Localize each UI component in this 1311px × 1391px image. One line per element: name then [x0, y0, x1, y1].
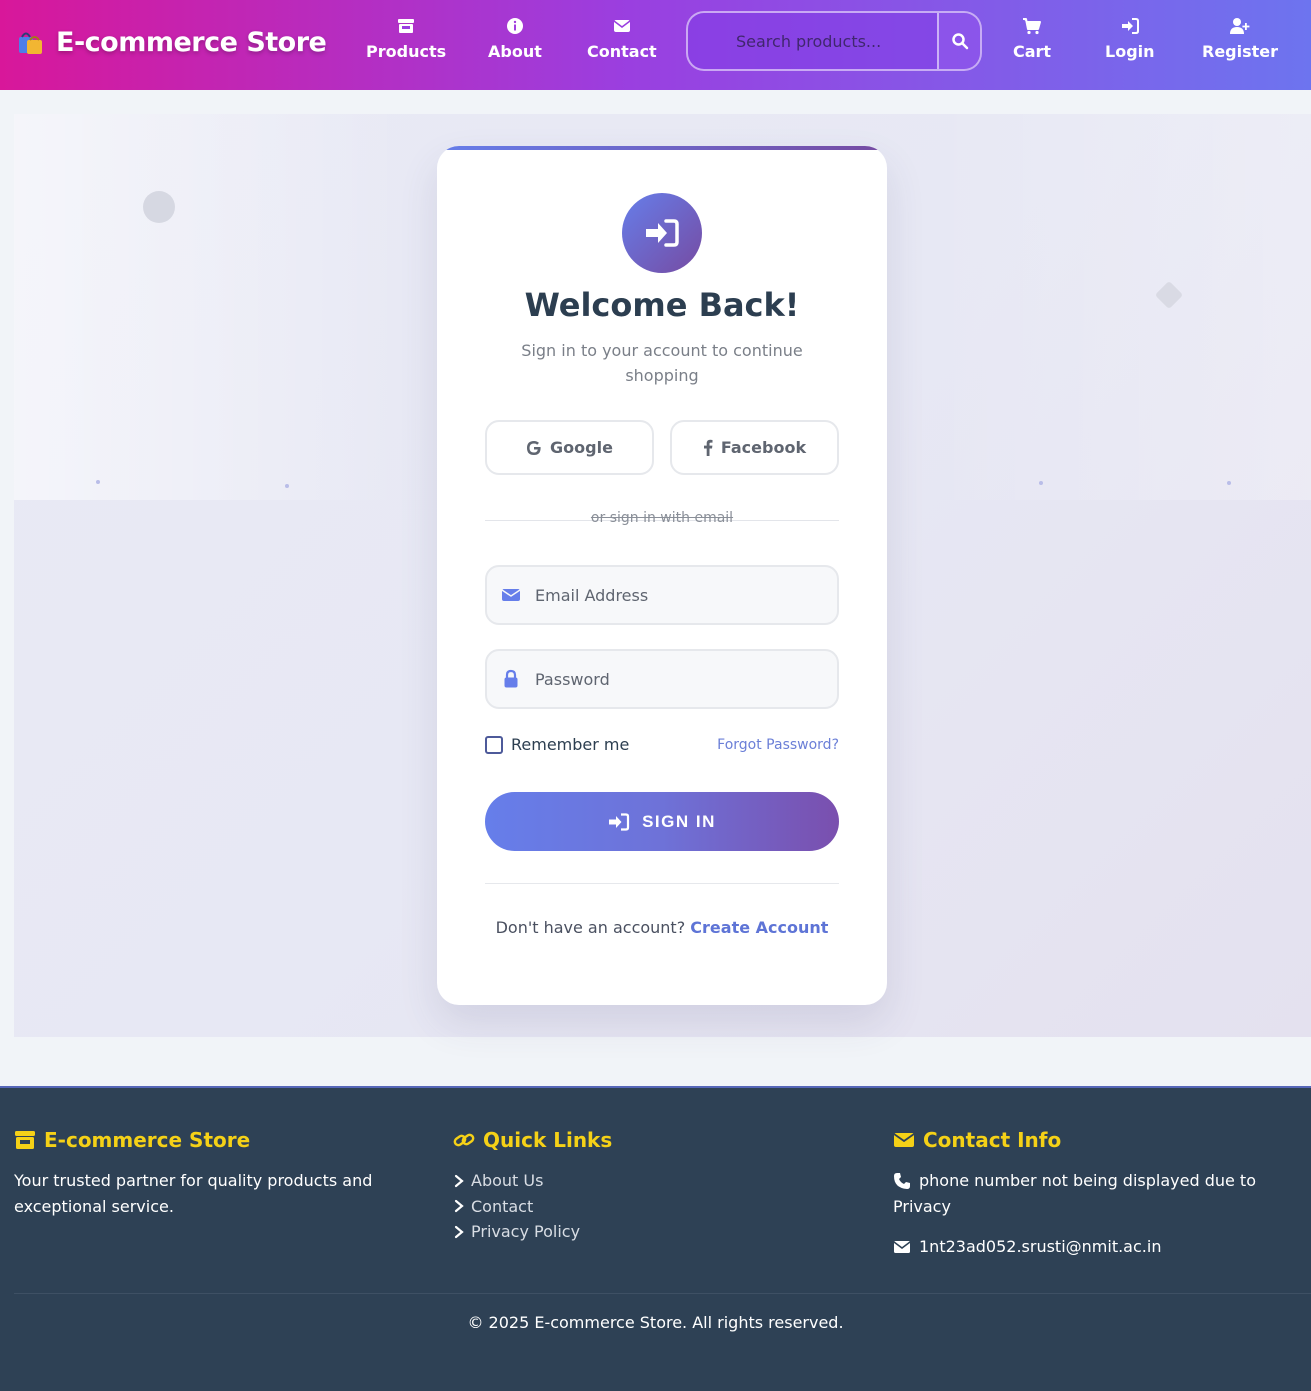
footer-link-contact[interactable]: Contact [453, 1194, 853, 1220]
nav-login-label: Login [1105, 42, 1155, 61]
search-input[interactable] [688, 13, 937, 69]
forgot-password-link[interactable]: Forgot Password? [717, 737, 839, 753]
facebook-login-button[interactable]: Facebook [670, 420, 839, 475]
sign-in-icon [1121, 18, 1139, 34]
brand[interactable]: E-commerce Store [16, 22, 327, 62]
nav-products[interactable]: Products [366, 16, 446, 61]
password-field-wrapper [485, 649, 839, 709]
info-icon [506, 18, 523, 34]
google-login-label: Google [550, 438, 613, 457]
nav-cart[interactable]: Cart [1013, 16, 1051, 61]
user-plus-icon [1230, 18, 1250, 34]
decorative-dot [1227, 481, 1231, 485]
nav-products-label: Products [366, 42, 447, 61]
remember-me-checkbox[interactable] [485, 735, 503, 754]
footer: E-commerce Store Your trusted partner fo… [0, 1086, 1311, 1391]
sign-in-label: SIGN IN [642, 811, 716, 831]
google-icon [527, 440, 541, 455]
cart-icon [1023, 18, 1042, 35]
link-icon [453, 1133, 475, 1147]
card-divider [485, 883, 839, 884]
remember-me-label: Remember me [511, 735, 630, 754]
envelope-icon [893, 1133, 915, 1147]
nav-contact[interactable]: Contact [587, 16, 657, 61]
store-icon [15, 1131, 35, 1149]
search-button[interactable] [937, 13, 980, 69]
nav-login[interactable]: Login [1105, 16, 1155, 61]
search-bar [686, 11, 982, 71]
remember-me[interactable]: Remember me [485, 735, 629, 754]
navbar: E-commerce Store Products About Contact [0, 0, 1311, 90]
decorative-dot [1039, 481, 1043, 485]
footer-brand-title: E-commerce Store [14, 1126, 414, 1154]
chevron-right-icon [454, 1225, 464, 1238]
password-input[interactable] [487, 651, 837, 707]
card-accent-bar [437, 146, 887, 150]
email-input[interactable] [487, 567, 837, 623]
footer-brand: E-commerce Store Your trusted partner fo… [14, 1126, 414, 1220]
register-prompt-text: Don't have an account? [495, 918, 686, 937]
facebook-login-label: Facebook [720, 438, 807, 457]
decorative-circle [143, 191, 175, 223]
lock-icon [504, 669, 518, 688]
search-icon [951, 33, 968, 50]
footer-link-privacy[interactable]: Privacy Policy [453, 1219, 853, 1245]
email-field-wrapper [485, 565, 839, 625]
copyright: © 2025 E-commerce Store. All rights rese… [467, 1313, 844, 1332]
chevron-right-icon [454, 1200, 464, 1213]
footer-links-title: Quick Links [453, 1126, 853, 1154]
login-subtitle: Sign in to your account to continue shop… [521, 341, 803, 385]
store-icon [398, 19, 415, 33]
google-login-button[interactable]: Google [485, 420, 654, 475]
nav-register[interactable]: Register [1202, 16, 1278, 61]
footer-phone-text: phone number not being displayed due to … [893, 1171, 1256, 1216]
decorative-dot [96, 480, 100, 484]
nav-cart-label: Cart [1013, 42, 1052, 61]
envelope-icon [501, 589, 521, 601]
sign-in-icon [646, 219, 679, 247]
envelope-icon [893, 1241, 911, 1253]
brand-name: E-commerce Store [56, 26, 327, 58]
shopping-bags-icon [19, 32, 42, 54]
footer-link-about[interactable]: About Us [453, 1168, 853, 1194]
decorative-dot [285, 484, 289, 488]
sign-in-icon [609, 812, 630, 831]
sign-in-button[interactable]: SIGN IN [485, 792, 839, 851]
nav-contact-label: Contact [587, 42, 657, 61]
nav-about[interactable]: About [488, 16, 542, 61]
footer-contact: Contact Info phone number not being disp… [893, 1126, 1293, 1260]
footer-brand-text: Your trusted partner for quality product… [14, 1171, 373, 1216]
envelope-icon [613, 20, 631, 32]
footer-divider [14, 1293, 1311, 1294]
nav-about-label: About [488, 42, 542, 61]
divider-text: or sign in with email [590, 510, 734, 526]
register-prompt: Don't have an account? Create Account [437, 918, 887, 937]
footer-contact-title: Contact Info [893, 1126, 1293, 1154]
footer-email: 1nt23ad052.srusti@nmit.ac.in [893, 1234, 1293, 1260]
footer-links-list: About Us Contact Privacy Policy [453, 1168, 853, 1245]
nav-register-label: Register [1202, 42, 1279, 61]
chevron-right-icon [454, 1174, 464, 1187]
footer-email-text[interactable]: 1nt23ad052.srusti@nmit.ac.in [919, 1234, 1161, 1260]
login-title: Welcome Back! [524, 286, 800, 324]
create-account-link[interactable]: Create Account [690, 918, 828, 937]
footer-quick-links: Quick Links About Us Contact Privacy Pol… [453, 1126, 853, 1245]
login-badge [622, 193, 702, 273]
facebook-icon [703, 439, 713, 456]
footer-phone: phone number not being displayed due to … [893, 1168, 1293, 1220]
login-card: Welcome Back! Sign in to your account to… [437, 146, 887, 1005]
